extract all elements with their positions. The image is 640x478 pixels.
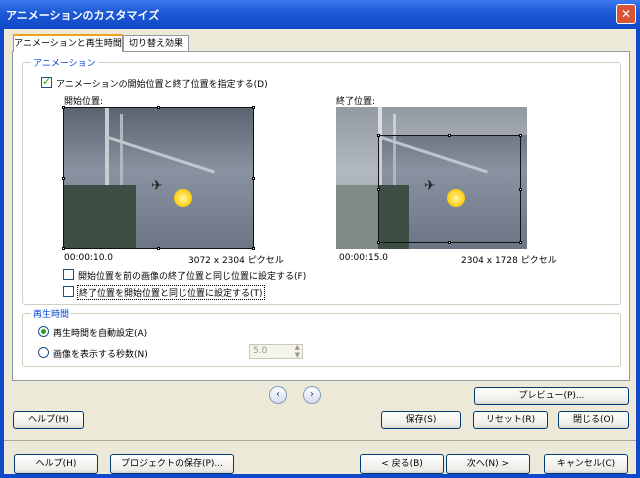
tab-transition-effect[interactable]: 切り替え効果	[123, 35, 189, 51]
end-resolution: 2304 x 1728 ピクセル	[461, 256, 557, 266]
seconds-spinner[interactable]: 5.0 ▲ ▼	[249, 343, 303, 359]
end-same-as-start-checkbox[interactable]	[63, 286, 74, 297]
help-button[interactable]: ヘルプ(H)	[14, 454, 98, 474]
specify-position-checkbox[interactable]	[41, 75, 52, 88]
auto-duration-label: 再生時間を自動設定(A)	[53, 329, 148, 339]
spinner-arrows-icon: ▲ ▼	[294, 343, 300, 359]
preview-button[interactable]: プレビュー(P)...	[474, 387, 629, 405]
seconds-value: 5.0	[253, 346, 268, 356]
save-project-button[interactable]: プロジェクトの保存(P)...	[110, 454, 234, 474]
close-window-button[interactable]: ✕	[616, 4, 636, 24]
playback-group: 再生時間 再生時間を自動設定(A) 画像を表示する秒数(N) 5.0 ▲ ▼	[22, 307, 621, 367]
help-button-inner[interactable]: ヘルプ(H)	[13, 411, 84, 429]
tab-animation-duration[interactable]: アニメーションと再生時間	[13, 34, 123, 52]
tab-panel: アニメーション アニメーションの開始位置と終了位置を指定する(D) 開始位置: …	[12, 51, 630, 381]
playback-group-title: 再生時間	[31, 307, 72, 320]
footer-separator	[4, 440, 636, 441]
window-title: アニメーションのカスタマイズ	[6, 9, 160, 22]
auto-duration-radio[interactable]	[38, 326, 49, 337]
same-as-prev-label: 開始位置を前の画像の終了位置と同じ位置に設定する(F)	[78, 272, 307, 282]
end-same-as-start-label: 終了位置を開始位置と同じ位置に設定する(T)	[77, 285, 265, 300]
end-position-label: 終了位置:	[336, 97, 376, 107]
save-button[interactable]: 保存(S)	[381, 411, 461, 429]
seconds-radio[interactable]	[38, 347, 49, 358]
window-frame-left	[0, 29, 4, 478]
next-image-button[interactable]: ›	[303, 386, 321, 404]
cancel-button[interactable]: キャンセル(C)	[544, 454, 628, 474]
end-time: 00:00:15.0	[339, 253, 389, 263]
start-resolution: 3072 x 2304 ピクセル	[188, 256, 284, 266]
specify-position-label: アニメーションの開始位置と終了位置を指定する(D)	[56, 80, 268, 90]
same-as-prev-checkbox[interactable]	[63, 269, 74, 280]
window-frame-bottom	[0, 474, 640, 478]
start-time: 00:00:10.0	[64, 253, 114, 263]
reset-button[interactable]: リセット(R)	[473, 411, 548, 429]
outside-crop-shade	[378, 107, 527, 135]
outside-crop-shade	[336, 107, 378, 249]
next-button[interactable]: 次へ(N) >	[446, 454, 530, 474]
end-crop-frame[interactable]	[377, 134, 522, 244]
animation-group-title: アニメーション	[31, 56, 98, 69]
start-crop-frame[interactable]	[62, 106, 255, 250]
window-frame-right	[636, 29, 640, 478]
close-button[interactable]: 閉じる(O)	[558, 411, 629, 429]
start-position-label: 開始位置:	[64, 97, 104, 107]
previous-image-button[interactable]: ‹	[269, 386, 287, 404]
back-button[interactable]: < 戻る(B)	[360, 454, 444, 474]
title-bar: アニメーションのカスタマイズ ✕	[0, 0, 640, 29]
animation-group: アニメーション アニメーションの開始位置と終了位置を指定する(D) 開始位置: …	[22, 56, 621, 305]
seconds-label: 画像を表示する秒数(N)	[53, 350, 148, 360]
